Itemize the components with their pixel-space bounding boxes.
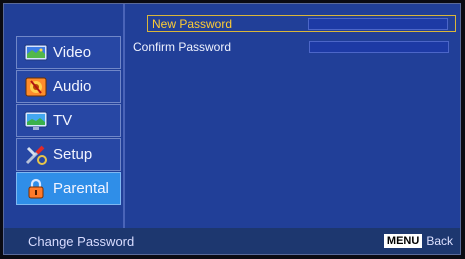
sidebar-menu: Video Audio TV Setup Parental [4,4,125,228]
sidebar-item-label: Parental [53,180,109,197]
back-label: Back [426,234,453,248]
status-title: Change Password [28,233,135,249]
video-icon [24,42,48,64]
back-control[interactable]: MENU Back [383,234,453,248]
sidebar-item-label: Audio [53,78,92,95]
password-content: New Password Confirm Password [125,4,460,228]
sidebar-item-label: Setup [53,146,93,163]
sidebar-item-parental[interactable]: Parental [16,172,121,205]
settings-panel: Video Audio TV Setup Parental New Passwo… [3,3,461,255]
new-password-row[interactable]: New Password [147,15,456,32]
confirm-password-label: Confirm Password [133,39,232,54]
new-password-field[interactable] [308,17,448,30]
confirm-password-row[interactable]: Confirm Password [133,38,456,55]
sidebar-item-video[interactable]: Video [16,36,121,69]
menu-key: MENU [383,234,423,248]
audio-icon [24,76,48,98]
sidebar-item-audio[interactable]: Audio [16,70,121,103]
sidebar-item-label: TV [53,112,73,129]
parental-lock-icon [24,178,48,200]
confirm-password-field[interactable] [309,40,449,53]
tv-icon [24,110,48,132]
tv-osd-screen: Video Audio TV Setup Parental New Passwo… [0,0,465,259]
sidebar-item-label: Video [53,44,92,61]
setup-icon [24,144,48,166]
new-password-label: New Password [152,16,233,31]
sidebar-item-setup[interactable]: Setup [16,138,121,171]
sidebar-item-tv[interactable]: TV [16,104,121,137]
status-bar: Change Password MENU Back [4,228,460,254]
